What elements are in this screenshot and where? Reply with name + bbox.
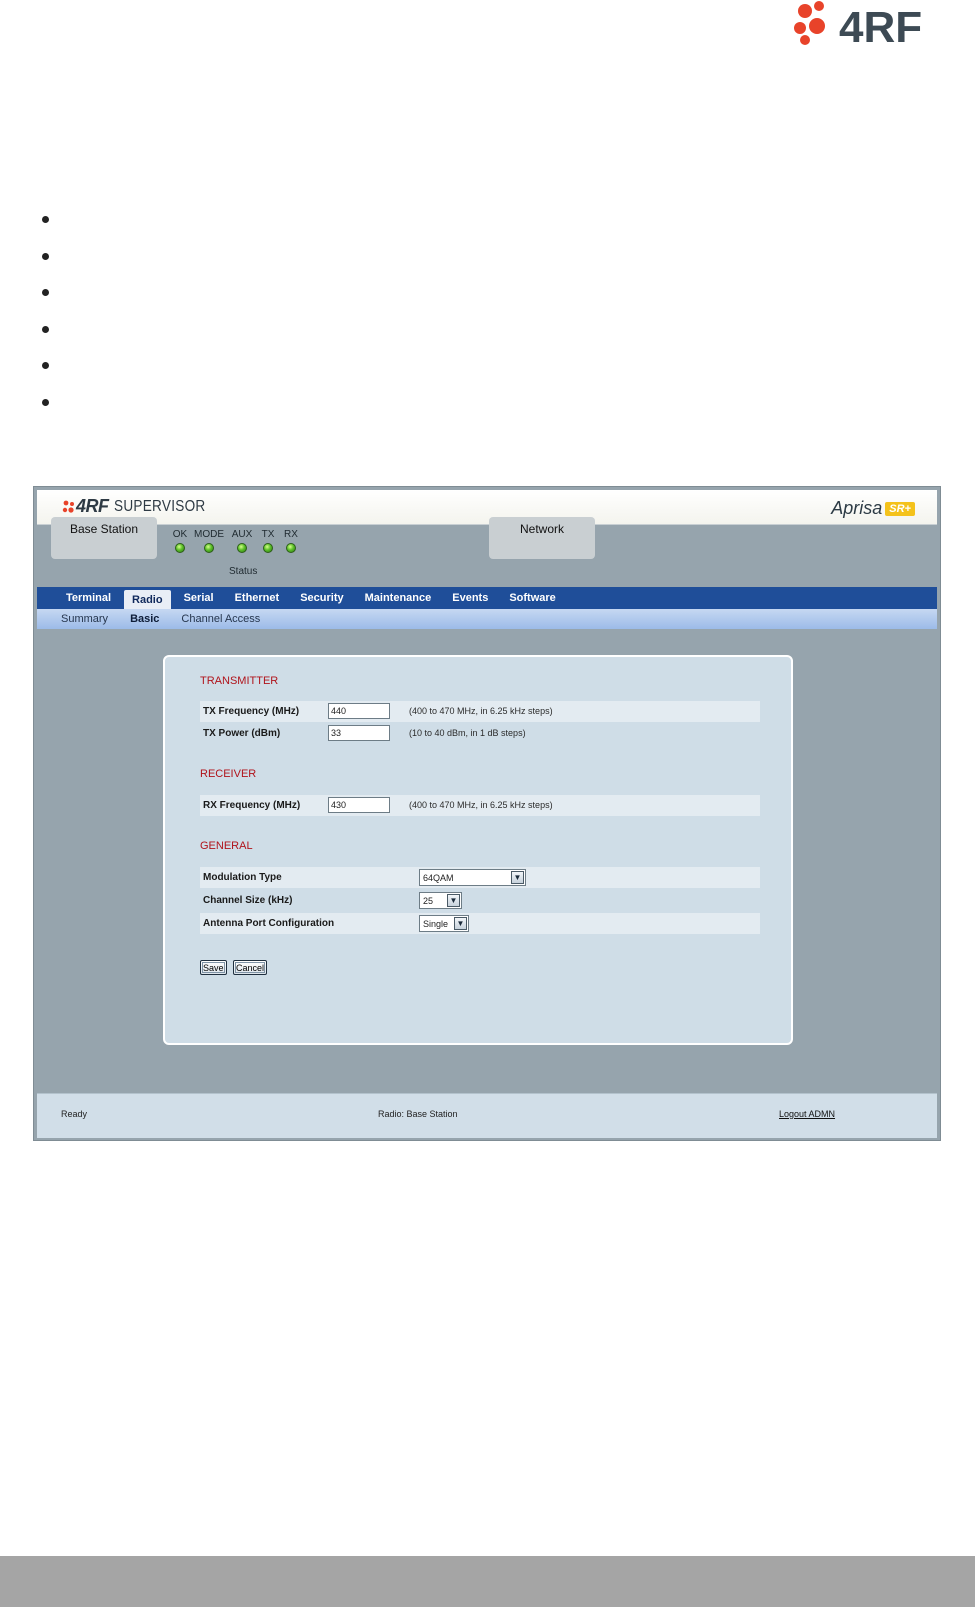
tab-ethernet[interactable]: Ethernet	[227, 587, 288, 609]
product-name: Aprisa	[831, 498, 883, 518]
network-box[interactable]: Network	[489, 517, 595, 559]
sub-nav: Summary Basic Channel Access	[37, 609, 937, 629]
brand-logo-text: 4RF	[839, 3, 922, 48]
terminal-box[interactable]: Base Station	[51, 517, 157, 559]
status-caption: Status	[229, 566, 258, 577]
tab-serial[interactable]: Serial	[176, 587, 222, 609]
led-mode-icon	[204, 543, 214, 553]
cancel-button[interactable]: Cancel	[233, 960, 268, 975]
chevron-down-icon[interactable]: ▼	[454, 917, 467, 930]
led-rx: RX	[275, 529, 307, 558]
led-mode: MODE	[193, 529, 225, 558]
subtab-channel-access[interactable]: Channel Access	[181, 613, 260, 625]
led-ok: OK	[164, 529, 196, 558]
product-logo: Aprisa SR+	[831, 498, 915, 519]
save-button[interactable]: Save	[200, 960, 227, 975]
footer-band	[0, 1556, 975, 1607]
led-rx-icon	[286, 543, 296, 553]
led-ok-icon	[175, 543, 185, 553]
logo-dots-icon	[62, 500, 74, 513]
channel-size-select[interactable]: 25 ▼	[419, 892, 462, 909]
row-rx-frequency: RX Frequency (MHz) (400 to 470 MHz, in 6…	[200, 795, 760, 816]
row-tx-power: TX Power (dBm) (10 to 40 dBm, in 1 dB st…	[200, 723, 760, 744]
supervisor-window: 4RF SUPERVISOR Aprisa SR+ Base Station O…	[33, 486, 941, 1141]
tx-power-input[interactable]	[328, 725, 390, 741]
logo-word: SUPERVISOR	[113, 497, 205, 515]
tab-security[interactable]: Security	[292, 587, 351, 609]
section-receiver: RECEIVER	[200, 768, 257, 780]
tab-terminal[interactable]: Terminal	[58, 587, 119, 609]
antenna-port-select[interactable]: Single ▼	[419, 915, 469, 932]
tab-maintenance[interactable]: Maintenance	[357, 587, 440, 609]
subtab-basic[interactable]: Basic	[130, 613, 159, 625]
supervisor-logo: 4RF SUPERVISOR	[62, 496, 221, 517]
logo-mark: 4RF	[76, 496, 109, 516]
tab-software[interactable]: Software	[501, 587, 563, 609]
row-antenna-port: Antenna Port Configuration Single ▼	[200, 913, 760, 934]
tab-radio[interactable]: Radio	[124, 590, 171, 609]
status-strip: Base Station OK MODE AUX TX RX Status Ne…	[37, 517, 937, 586]
status-bar: Ready Radio: Base Station Logout ADMN	[37, 1093, 937, 1138]
row-channel-size: Channel Size (kHz) 25 ▼	[200, 890, 760, 911]
modulation-select[interactable]: 64QAM ▼	[419, 869, 526, 886]
row-modulation: Modulation Type 64QAM ▼	[200, 867, 760, 888]
rx-frequency-input[interactable]	[328, 797, 390, 813]
radio-basic-form: TRANSMITTER TX Frequency (MHz) (400 to 4…	[163, 655, 793, 1045]
status-context: Radio: Base Station	[378, 1109, 458, 1119]
chevron-down-icon[interactable]: ▼	[447, 894, 460, 907]
tx-frequency-input[interactable]	[328, 703, 390, 719]
section-general: GENERAL	[200, 840, 253, 852]
main-nav: Terminal Radio Serial Ethernet Security …	[37, 587, 937, 609]
led-tx-icon	[263, 543, 273, 553]
logout-link[interactable]: Logout ADMN	[779, 1109, 835, 1119]
subtab-summary[interactable]: Summary	[61, 613, 108, 625]
brand-logo: 4RF	[794, 1, 922, 48]
row-tx-frequency: TX Frequency (MHz) (400 to 470 MHz, in 6…	[200, 701, 760, 722]
status-ready: Ready	[61, 1109, 88, 1119]
tab-events[interactable]: Events	[444, 587, 496, 609]
section-transmitter: TRANSMITTER	[200, 675, 279, 687]
chevron-down-icon[interactable]: ▼	[511, 871, 524, 884]
product-badge: SR+	[885, 501, 915, 516]
app-header: 4RF SUPERVISOR Aprisa SR+	[37, 490, 937, 525]
led-aux-icon	[237, 543, 247, 553]
